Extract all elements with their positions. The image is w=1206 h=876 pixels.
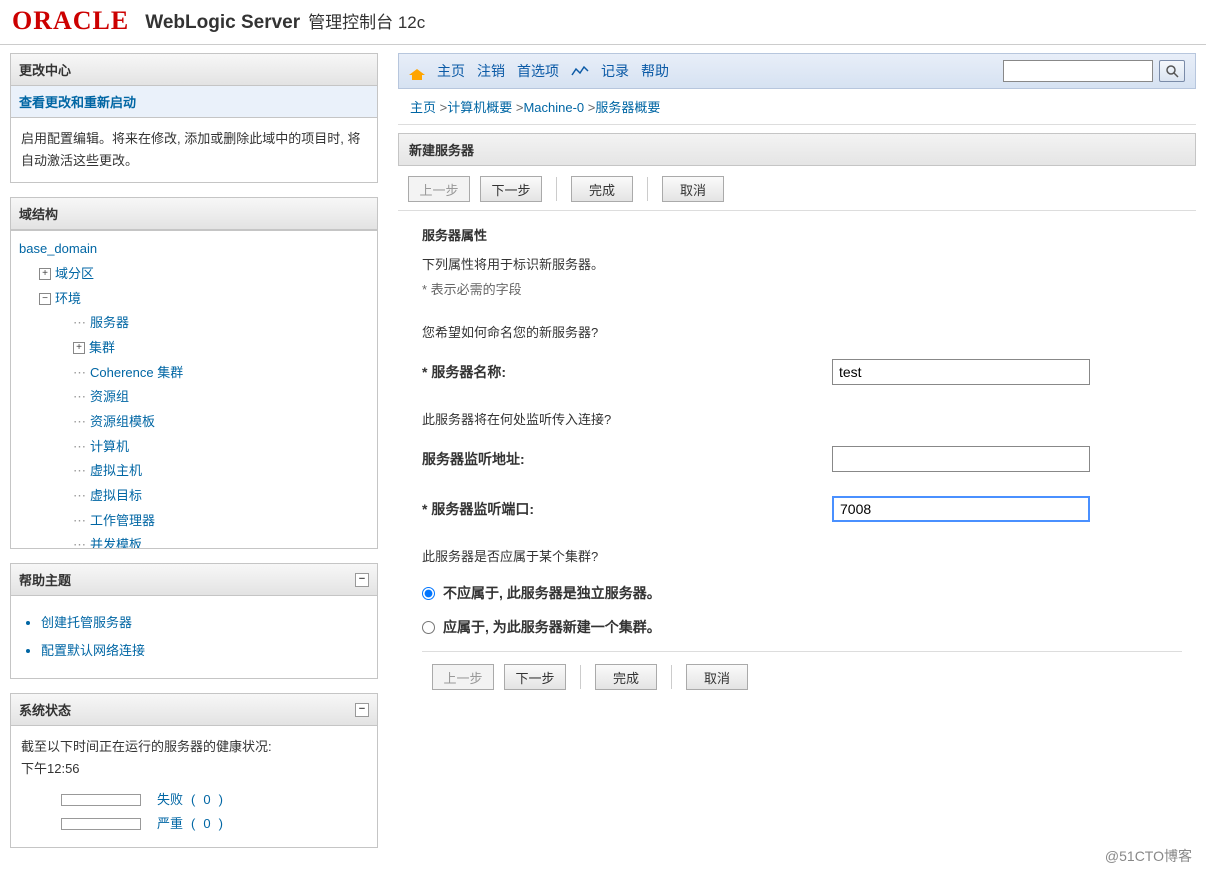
- finish-button[interactable]: 完成: [571, 176, 633, 202]
- finish-button[interactable]: 完成: [595, 664, 657, 690]
- form-heading: 服务器属性: [422, 225, 1182, 244]
- radio-new-cluster[interactable]: [422, 621, 435, 634]
- expand-icon[interactable]: +: [73, 342, 85, 354]
- change-center-panel: 更改中心 查看更改和重新启动 启用配置编辑。将来在修改, 添加或删除此域中的项目…: [10, 53, 378, 183]
- breadcrumb-machine0[interactable]: Machine-0: [523, 100, 584, 115]
- health-failed: 失败 (0): [61, 789, 367, 811]
- breadcrumb-machines[interactable]: 计算机概要: [447, 100, 512, 115]
- status-note: 截至以下时间正在运行的服务器的健康状况: 下午12:56: [21, 736, 367, 780]
- button-bar-top: 上一步 下一步 完成 取消: [398, 166, 1196, 210]
- status-title: 系统状态: [19, 700, 71, 719]
- view-changes-link[interactable]: 查看更改和重新启动: [19, 95, 136, 110]
- cancel-button[interactable]: 取消: [686, 664, 748, 690]
- tree-node-env[interactable]: 环境: [55, 287, 81, 312]
- help-link-create-server[interactable]: 创建托管服务器: [41, 615, 132, 630]
- record-icon: [571, 63, 589, 79]
- label-listen-port: * 服务器监听端口:: [422, 499, 802, 519]
- help-title: 帮助主题: [19, 570, 71, 589]
- tree-node-concurrent[interactable]: 并发模板: [90, 533, 142, 548]
- section-title: 新建服务器: [398, 133, 1196, 166]
- question-name: 您希望如何命名您的新服务器?: [422, 322, 1182, 341]
- change-center-title: 更改中心: [11, 54, 377, 86]
- toolbar-record[interactable]: 记录: [601, 61, 629, 81]
- change-center-note: 启用配置编辑。将来在修改, 添加或删除此域中的项目时, 将自动激活这些更改。: [11, 118, 377, 182]
- tree-node-servers[interactable]: 服务器: [90, 311, 129, 336]
- breadcrumb-home[interactable]: 主页: [410, 100, 436, 115]
- form-intro: 下列属性将用于标识新服务器。: [422, 254, 1182, 273]
- label-server-name: * 服务器名称:: [422, 362, 802, 382]
- next-button[interactable]: 下一步: [504, 664, 566, 690]
- oracle-logo: ORACLE: [12, 6, 129, 36]
- health-bar-icon: [61, 818, 141, 830]
- search-input[interactable]: [1003, 60, 1153, 82]
- header: ORACLE WebLogic Server 管理控制台 12c: [0, 0, 1206, 45]
- tree-node-machines[interactable]: 计算机: [90, 435, 129, 460]
- home-icon: [409, 65, 425, 78]
- next-button[interactable]: 下一步: [480, 176, 542, 202]
- breadcrumb-servers[interactable]: 服务器概要: [595, 100, 660, 115]
- domain-root[interactable]: base_domain: [19, 241, 97, 256]
- tree-node-vhost[interactable]: 虚拟主机: [90, 459, 142, 484]
- domain-structure-panel: 域结构 base_domain + 域分区 − 环境 ⋯服务器: [10, 197, 378, 549]
- question-listen: 此服务器将在何处监听传入连接?: [422, 409, 1182, 428]
- tree-node-coherence[interactable]: Coherence 集群: [90, 361, 183, 386]
- tree-node-resgroup[interactable]: 资源组: [90, 385, 129, 410]
- watermark: @51CTO博客: [1105, 846, 1192, 866]
- tree-node-partition[interactable]: 域分区: [55, 262, 94, 287]
- tree-node-clusters[interactable]: 集群: [89, 336, 115, 361]
- tree-node-vtarget[interactable]: 虚拟目标: [90, 484, 142, 509]
- toolbar-help[interactable]: 帮助: [641, 61, 669, 81]
- minus-icon[interactable]: −: [355, 573, 369, 587]
- system-status-panel: 系统状态 − 截至以下时间正在运行的服务器的健康状况: 下午12:56 失败 (…: [10, 693, 378, 847]
- toolbar: 主页 注销 首选项 记录 帮助: [398, 53, 1196, 89]
- back-button[interactable]: 上一步: [408, 176, 470, 202]
- domain-structure-title: 域结构: [19, 204, 58, 223]
- toolbar-home[interactable]: 主页: [437, 61, 465, 81]
- tree-node-resgrouptpl[interactable]: 资源组模板: [90, 410, 155, 435]
- back-button[interactable]: 上一步: [432, 664, 494, 690]
- required-note: * 表示必需的字段: [422, 279, 1182, 298]
- breadcrumb: 主页 >计算机概要 >Machine-0 >服务器概要: [398, 89, 1196, 125]
- tree-node-workmgr[interactable]: 工作管理器: [90, 509, 155, 534]
- product-subtitle: 管理控制台 12c: [308, 8, 425, 33]
- search-icon: [1165, 64, 1179, 78]
- cancel-button[interactable]: 取消: [662, 176, 724, 202]
- health-critical: 严重 (0): [61, 813, 367, 835]
- radio-standalone-label: 不应属于, 此服务器是独立服务器。: [443, 583, 661, 603]
- help-link-network[interactable]: 配置默认网络连接: [41, 643, 145, 658]
- product-name: WebLogic Server: [145, 12, 300, 34]
- listen-addr-input[interactable]: [832, 446, 1090, 472]
- label-listen-addr: 服务器监听地址:: [422, 449, 802, 469]
- radio-new-cluster-label: 应属于, 为此服务器新建一个集群。: [443, 617, 661, 637]
- search-button[interactable]: [1159, 60, 1185, 82]
- help-panel: 帮助主题 − 创建托管服务器 配置默认网络连接: [10, 563, 378, 679]
- radio-standalone[interactable]: [422, 587, 435, 600]
- question-cluster: 此服务器是否应属于某个集群?: [422, 546, 1182, 565]
- server-name-input[interactable]: [832, 359, 1090, 385]
- button-bar-bottom: 上一步 下一步 完成 取消: [422, 651, 1182, 698]
- expand-icon[interactable]: +: [39, 268, 51, 280]
- listen-port-input[interactable]: [832, 496, 1090, 522]
- minus-icon[interactable]: −: [355, 703, 369, 717]
- toolbar-prefs[interactable]: 首选项: [517, 61, 559, 81]
- health-bar-icon: [61, 794, 141, 806]
- collapse-icon[interactable]: −: [39, 293, 51, 305]
- toolbar-logout[interactable]: 注销: [477, 61, 505, 81]
